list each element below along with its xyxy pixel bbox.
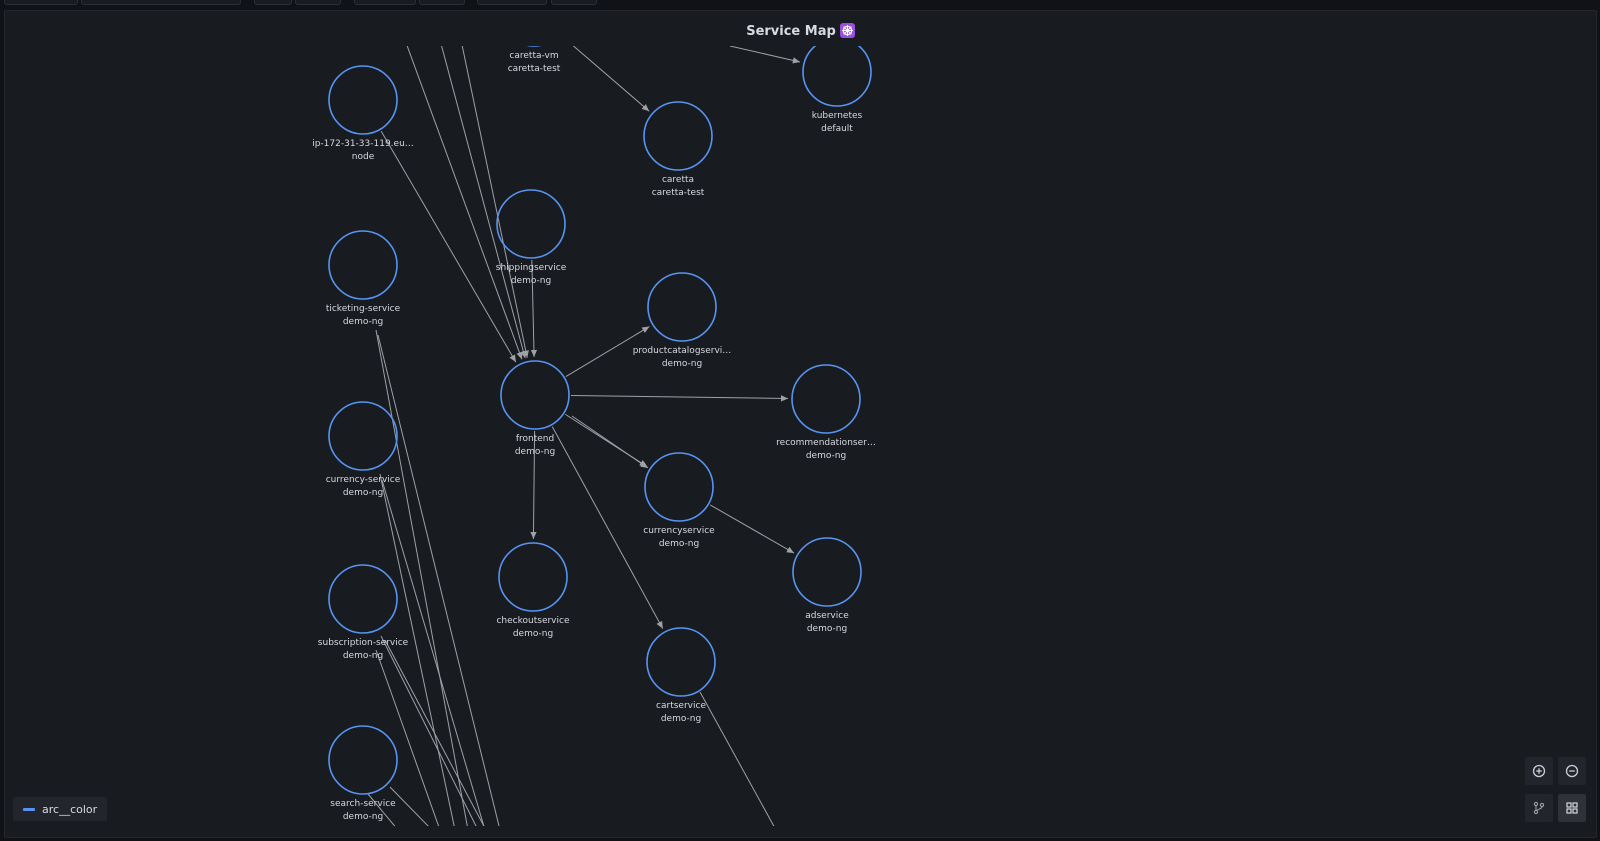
service-node[interactable] — [328, 65, 398, 135]
node-label: caretta-vm caretta-test — [464, 50, 604, 76]
node-name: adservice — [805, 611, 849, 621]
service-node[interactable] — [328, 725, 398, 795]
edge-bottom-0 — [375, 329, 468, 826]
service-node[interactable] — [791, 364, 861, 434]
node-namespace: default — [821, 124, 853, 134]
service-node[interactable] — [646, 627, 716, 697]
legend-color-swatch — [23, 807, 35, 811]
service-node[interactable] — [644, 452, 714, 522]
node-namespace: caretta-test — [651, 188, 705, 198]
node-namespace: demo-ng — [342, 488, 384, 498]
node-name: checkoutservice — [496, 616, 570, 626]
service-node[interactable] — [647, 272, 717, 342]
node-label: caretta caretta-test — [608, 174, 748, 200]
node-namespace: demo-ng — [806, 624, 848, 634]
node-name: productcatalogservi… — [632, 346, 732, 356]
node-namespace: caretta-test — [507, 64, 561, 74]
node-namespace: demo-ng — [514, 447, 556, 457]
node-name: caretta-vm — [509, 51, 559, 61]
node-name: ip-172-31-33-119.eu… — [312, 139, 414, 149]
service-node[interactable] — [328, 564, 398, 634]
node-label: subscription-service demo-ng — [293, 637, 433, 663]
service-node[interactable] — [328, 401, 398, 471]
node-name: subscription-service — [317, 638, 409, 648]
node-label: productcatalogservi… demo-ng — [612, 345, 752, 371]
node-name: ticketing-service — [325, 304, 401, 314]
edge-offscreen-kubernetes — [729, 46, 801, 64]
edge-7-8 — [570, 394, 789, 402]
node-label: checkoutservice demo-ng — [463, 615, 603, 641]
edge-offscreen-1 — [441, 46, 527, 359]
node-namespace: demo-ng — [342, 317, 384, 327]
node-name: currencyservice — [643, 526, 715, 536]
legend-label: arc__color — [42, 802, 98, 816]
service-node[interactable] — [500, 360, 570, 430]
node-name: frontend — [515, 434, 555, 444]
node-namespace: demo-ng — [660, 714, 702, 724]
node-name: shippingservice — [495, 263, 567, 273]
node-label: recommendationser… demo-ng — [756, 437, 896, 463]
node-namespace: demo-ng — [805, 451, 847, 461]
node-label: ip-172-31-33-119.eu… node — [293, 138, 433, 164]
node-name: caretta — [661, 175, 695, 185]
node-namespace: demo-ng — [342, 651, 384, 661]
node-label: search-service demo-ng — [293, 798, 433, 824]
node-namespace: demo-ng — [661, 359, 703, 369]
node-label: adservice demo-ng — [757, 610, 897, 636]
node-namespace: demo-ng — [342, 812, 384, 822]
node-label: currency-service demo-ng — [293, 474, 433, 500]
zoom-in-icon — [1532, 764, 1546, 778]
service-node[interactable] — [802, 38, 872, 107]
node-name: kubernetes — [811, 111, 863, 121]
zoom-in-button[interactable] — [1525, 757, 1553, 785]
service-node[interactable] — [792, 537, 862, 607]
node-label: frontend demo-ng — [465, 433, 605, 459]
node-label: currencyservice demo-ng — [609, 525, 749, 551]
grid-layout-icon — [1566, 802, 1578, 814]
node-namespace: node — [351, 152, 375, 162]
grid-layout-button[interactable] — [1558, 794, 1586, 822]
node-label: cartservice demo-ng — [611, 700, 751, 726]
service-node[interactable] — [500, 0, 568, 47]
node-label: kubernetes default — [767, 110, 907, 136]
node-namespace: demo-ng — [658, 539, 700, 549]
node-name: cartservice — [656, 701, 706, 711]
edge-offscreen-2 — [461, 46, 529, 358]
service-node[interactable] — [498, 542, 568, 612]
zoom-out-icon — [1565, 764, 1579, 778]
node-namespace: demo-ng — [512, 629, 554, 639]
node-label: ticketing-service demo-ng — [293, 303, 433, 329]
graph-layout-icon — [1533, 801, 1545, 815]
service-node[interactable] — [643, 101, 713, 171]
service-node[interactable] — [328, 230, 398, 300]
legend[interactable]: arc__color — [13, 797, 108, 821]
node-name: search-service — [330, 799, 396, 809]
graph-layout-button[interactable] — [1525, 794, 1553, 822]
zoom-out-button[interactable] — [1558, 757, 1586, 785]
node-label: shippingservice demo-ng — [461, 262, 601, 288]
service-node[interactable] — [496, 189, 566, 259]
node-name: recommendationser… — [776, 438, 876, 448]
node-namespace: demo-ng — [510, 276, 552, 286]
node-name: currency-service — [325, 475, 401, 485]
